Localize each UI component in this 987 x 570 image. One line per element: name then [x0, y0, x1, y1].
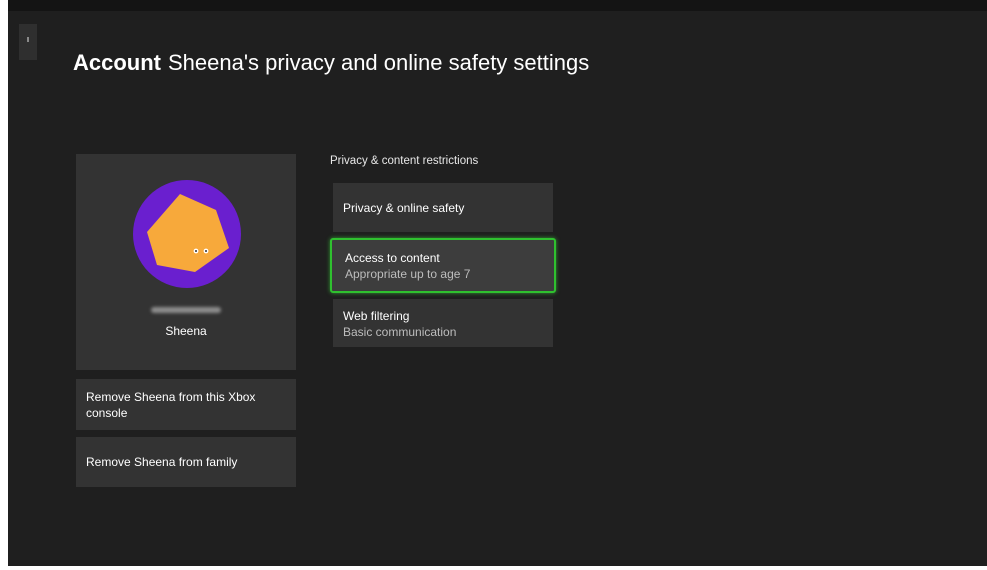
page-title-section: Account: [73, 50, 161, 75]
xbox-settings-screen: Account Sheena's privacy and online safet…: [8, 11, 987, 566]
remove-from-family-label: Remove Sheena from family: [86, 455, 238, 469]
remove-from-console-label: Remove Sheena from this Xbox console: [86, 389, 256, 420]
profile-card[interactable]: Sheena: [76, 154, 296, 370]
privacy-online-safety-title: Privacy & online safety: [343, 200, 465, 215]
privacy-section-label: Privacy & content restrictions: [330, 155, 479, 167]
privacy-online-safety-button[interactable]: Privacy & online safety: [333, 183, 553, 232]
web-filtering-subtitle: Basic communication: [343, 325, 457, 339]
avatar-icon: [133, 180, 241, 288]
gamertag-redacted: [151, 307, 221, 313]
remove-from-console-button[interactable]: Remove Sheena from this Xbox console: [76, 379, 296, 430]
web-filtering-title: Web filtering: [343, 309, 410, 323]
profile-name: Sheena: [165, 324, 207, 338]
access-to-content-button[interactable]: Access to content Appropriate up to age …: [330, 238, 556, 293]
page-title-subtitle: Sheena's privacy and online safety setti…: [168, 50, 590, 75]
page-title: Account Sheena's privacy and online safet…: [73, 50, 589, 76]
access-to-content-title: Access to content: [345, 251, 440, 265]
guide-tab-indicator-icon: [27, 37, 29, 42]
access-to-content-subtitle: Appropriate up to age 7: [345, 267, 471, 281]
guide-tab[interactable]: [19, 24, 37, 60]
top-bar: [8, 0, 987, 11]
web-filtering-button[interactable]: Web filtering Basic communication: [333, 299, 553, 347]
remove-from-family-button[interactable]: Remove Sheena from family: [76, 437, 296, 487]
